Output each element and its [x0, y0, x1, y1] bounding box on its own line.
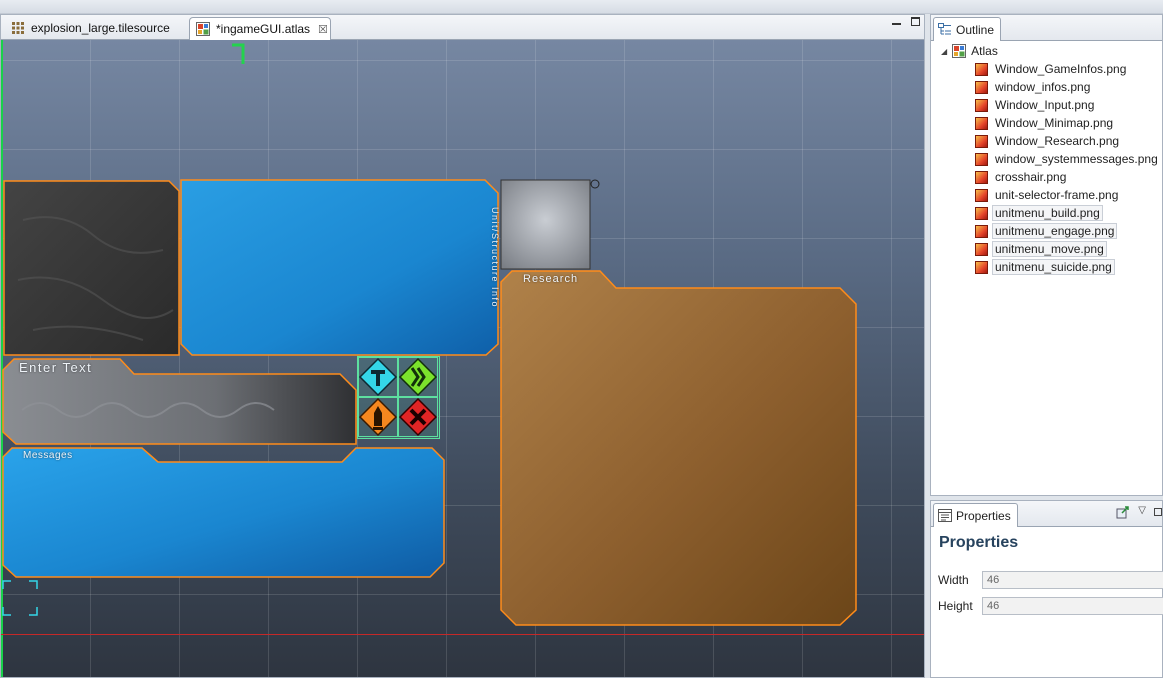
outline-tab-label: Outline [956, 22, 995, 37]
tab-label: explosion_large.tilesource [31, 21, 170, 35]
unitmenu-engage-image[interactable] [398, 357, 438, 397]
tree-item-window-minimap[interactable]: Window_Minimap.png [975, 114, 1160, 132]
unitmenu-build-image[interactable] [358, 357, 398, 397]
png-image-icon [975, 80, 988, 94]
unitmenu-move-image[interactable] [358, 397, 398, 437]
tab-label: *ingameGUI.atlas [216, 22, 311, 36]
height-label: Height [938, 599, 973, 613]
properties-panel: Properties ▽ Properties Width Height [930, 500, 1163, 678]
tree-item-label: crosshair.png [995, 170, 1067, 184]
atlas-icon [952, 44, 967, 58]
atlas-canvas[interactable]: Unit/Structure Info Research Enter Text … [1, 40, 924, 677]
unitmenu-suicide-image[interactable] [398, 397, 438, 437]
png-image-icon [975, 170, 988, 184]
properties-tab-bar: Properties ▽ [931, 501, 1162, 527]
tab-ingamegui-atlas[interactable]: *ingameGUI.atlas ☒ [189, 17, 331, 40]
editor-window-controls [892, 17, 920, 26]
tree-item-unitmenu-move[interactable]: unitmenu_move.png [975, 240, 1160, 258]
tab-outline[interactable]: Outline [933, 17, 1002, 41]
window-research-label: Research [523, 273, 579, 285]
height-field[interactable] [982, 597, 1163, 615]
atlas-editor: explosion_large.tilesource *ingameGUI.at… [0, 14, 925, 678]
window-infos-image[interactable] [180, 179, 500, 357]
window-input-label: Enter Text [19, 360, 93, 375]
tree-item-unitmenu-build[interactable]: unitmenu_build.png [975, 204, 1160, 222]
tree-item-label: Window_Minimap.png [995, 116, 1114, 130]
minimize-icon[interactable] [1154, 508, 1162, 516]
tab-properties[interactable]: Properties [933, 503, 1018, 527]
properties-icon [938, 509, 952, 522]
tree-item-label: Window_GameInfos.png [995, 62, 1127, 76]
outline-panel: Outline ◢ Atlas Window_GameInfos.png win… [930, 14, 1163, 496]
maximize-icon[interactable] [911, 17, 920, 26]
height-row: Height [938, 597, 1163, 615]
tree-item-window-gameinfos[interactable]: Window_GameInfos.png [975, 60, 1160, 78]
window-systemmessages-image[interactable] [2, 447, 446, 579]
tree-item-window-infos[interactable]: window_infos.png [975, 78, 1160, 96]
view-menu-icon[interactable]: ▽ [1138, 505, 1146, 519]
tree-item-label: unitmenu_build.png [992, 205, 1103, 221]
png-image-icon [975, 134, 988, 148]
atlas-icon [196, 22, 210, 36]
properties-toolbar: ▽ [1116, 505, 1162, 519]
tree-root-label: Atlas [971, 44, 998, 58]
tree-item-label: unitmenu_engage.png [991, 223, 1118, 239]
tree-item-window-systemmessages[interactable]: window_systemmessages.png [975, 150, 1160, 168]
tilesource-icon [12, 22, 24, 34]
tree-item-label: Window_Research.png [995, 134, 1120, 148]
tree-item-window-input[interactable]: Window_Input.png [975, 96, 1160, 114]
tree-item-unitmenu-engage[interactable]: unitmenu_engage.png [975, 222, 1160, 240]
window-minimap-image[interactable] [500, 179, 602, 271]
unit-selector-frame-image[interactable] [230, 42, 246, 66]
window-infos-label: Unit/Structure Info [490, 207, 500, 309]
tree-item-label: unitmenu_move.png [992, 241, 1107, 257]
window-systemmessages-label: Messages [23, 450, 73, 461]
outline-tree: Window_GameInfos.png window_infos.png Wi… [975, 60, 1160, 276]
tree-item-unit-selector-frame[interactable]: unit-selector-frame.png [975, 186, 1160, 204]
png-image-icon [975, 152, 988, 166]
width-field[interactable] [982, 571, 1163, 589]
width-label: Width [938, 573, 969, 587]
properties-tab-label: Properties [956, 508, 1011, 523]
tree-item-window-research[interactable]: Window_Research.png [975, 132, 1160, 150]
width-row: Width [938, 571, 1163, 589]
outline-icon [938, 23, 951, 35]
tree-item-label: window_systemmessages.png [995, 152, 1158, 166]
png-image-icon [975, 98, 988, 112]
collapse-triangle-icon[interactable]: ◢ [941, 47, 947, 56]
tab-explosion-large-tilesource[interactable]: explosion_large.tilesource [5, 17, 189, 39]
png-image-icon [975, 206, 988, 220]
outline-tab-bar: Outline [931, 15, 1162, 41]
png-image-icon [975, 62, 988, 76]
window-research-image[interactable] [500, 270, 858, 626]
close-tab-icon[interactable]: ☒ [318, 23, 328, 36]
crosshair-image[interactable] [1, 579, 39, 617]
png-image-icon [975, 242, 988, 256]
window-top-strip [0, 0, 1163, 14]
png-image-icon [975, 188, 988, 202]
png-image-icon [975, 224, 988, 238]
png-image-icon [975, 260, 988, 274]
tree-root-atlas[interactable]: ◢ Atlas [941, 42, 998, 60]
window-gameinfos-image[interactable] [3, 180, 180, 356]
tree-item-label: unit-selector-frame.png [995, 188, 1119, 202]
x-axis-line [1, 634, 924, 635]
pin-icon[interactable] [1116, 505, 1130, 519]
properties-heading: Properties [939, 534, 1019, 551]
tree-item-label: unitmenu_suicide.png [992, 259, 1115, 275]
minimize-icon[interactable] [892, 19, 901, 25]
tree-item-unitmenu-suicide[interactable]: unitmenu_suicide.png [975, 258, 1160, 276]
png-image-icon [975, 116, 988, 130]
editor-tab-bar: explosion_large.tilesource *ingameGUI.at… [1, 15, 924, 40]
tree-item-label: Window_Input.png [995, 98, 1095, 112]
tree-item-crosshair[interactable]: crosshair.png [975, 168, 1160, 186]
tree-item-label: window_infos.png [995, 80, 1091, 94]
